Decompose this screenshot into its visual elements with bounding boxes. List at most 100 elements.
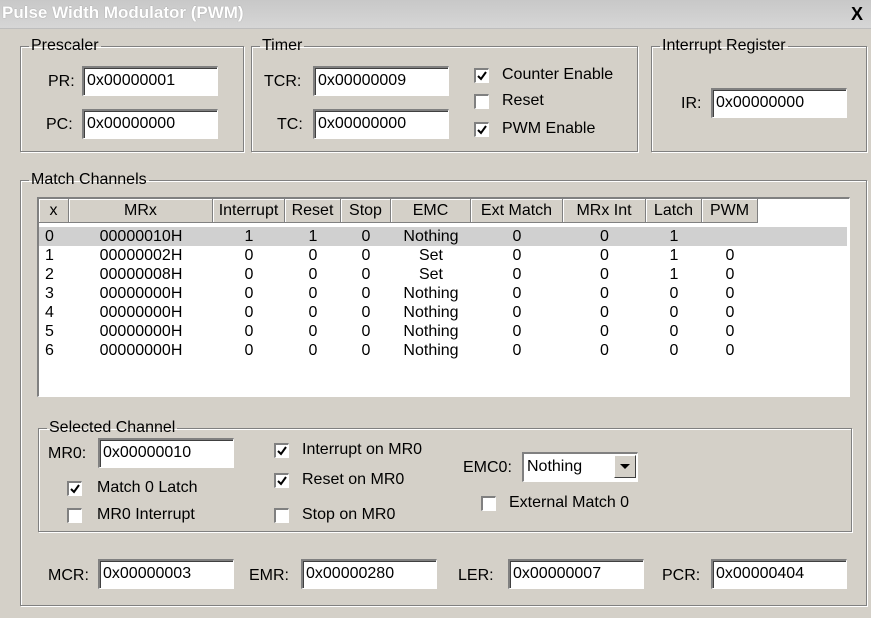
pwm-enable-label: PWM Enable <box>502 120 596 137</box>
tc-field[interactable]: 0x00000000 <box>313 109 449 139</box>
table-cell: 1 <box>669 266 679 283</box>
table-cell: 0 <box>244 285 254 302</box>
tcr-label: TCR: <box>264 73 302 90</box>
reset-on-mr0-checkbox[interactable] <box>274 473 289 488</box>
table-cell: 00000010H <box>99 228 183 245</box>
match-channels-legend: Match Channels <box>31 171 147 188</box>
emc0-label: EMC0: <box>463 459 512 476</box>
table-cell <box>702 227 758 246</box>
match-channels-table[interactable]: x MRx Interrupt Reset Stop EMC Ext Match MRx In… <box>37 197 850 397</box>
table-cell: 0 <box>725 304 735 321</box>
mr0-label: MR0: <box>48 445 87 462</box>
table-cell: 0 <box>600 323 609 340</box>
column-header[interactable]: Latch <box>646 199 702 223</box>
table-cell: 0 <box>45 228 54 245</box>
pc-field[interactable]: 0x00000000 <box>82 109 218 139</box>
table-cell: 0 <box>308 285 318 302</box>
pc-label: PC: <box>46 116 73 133</box>
table-cell: 00000000H <box>99 285 183 302</box>
chevron-down-icon[interactable] <box>614 455 636 478</box>
emr-field[interactable]: 0x00000280 <box>301 559 437 589</box>
mcr-field[interactable]: 0x00000003 <box>98 559 234 589</box>
column-header[interactable]: Interrupt <box>213 199 285 223</box>
reset-checkbox[interactable] <box>474 94 489 109</box>
table-row[interactable]: 2 00000008H 0 0 0 Set 0 0 1 0 <box>39 265 847 284</box>
table-cell: 0 <box>308 304 318 321</box>
window-title: Pulse Width Modulator (PWM) <box>2 3 244 22</box>
table-cell: 0 <box>600 342 609 359</box>
table-row[interactable]: 5 00000000H 0 0 0 Nothing 0 0 0 0 <box>39 322 847 341</box>
emc0-select[interactable]: Nothing <box>522 452 638 482</box>
table-cell: 0 <box>244 304 254 321</box>
table-row[interactable]: 4 00000000H 0 0 0 Nothing 0 0 0 0 <box>39 303 847 322</box>
table-cell: 0 <box>361 304 371 321</box>
reset-label: Reset <box>502 92 544 109</box>
table-cell: 0 <box>600 266 609 283</box>
column-header[interactable]: x <box>39 199 69 223</box>
checkmark-icon <box>277 476 287 486</box>
column-header[interactable]: PWM <box>702 199 758 223</box>
mr0-interrupt-label: MR0 Interrupt <box>97 506 195 523</box>
mr0-interrupt-checkbox[interactable] <box>67 508 82 523</box>
interrupt-on-mr0-label: Interrupt on MR0 <box>302 441 423 458</box>
table-cell: Set <box>418 247 443 264</box>
table-cell: 0 <box>308 266 318 283</box>
match0-latch-checkbox[interactable] <box>67 481 82 496</box>
table-cell: 0 <box>512 247 522 264</box>
table-cell: 0 <box>244 323 254 340</box>
checkmark-icon <box>70 484 80 494</box>
table-cell: Set <box>418 266 443 283</box>
match0-latch-label: Match 0 Latch <box>97 479 198 496</box>
close-icon[interactable]: X <box>848 5 866 24</box>
external-match0-label: External Match 0 <box>509 494 630 511</box>
table-cell: 0 <box>669 342 679 359</box>
counter-enable-checkbox[interactable] <box>474 68 489 83</box>
table-cell: 00000002H <box>99 247 183 264</box>
column-header[interactable]: MRx <box>69 199 213 223</box>
table-cell: 0 <box>669 323 679 340</box>
table-row[interactable]: 3 00000000H 0 0 0 Nothing 0 0 0 0 <box>39 284 847 303</box>
column-header[interactable]: Stop <box>341 199 391 223</box>
table-cell: Nothing <box>403 323 459 340</box>
table-cell: 1 <box>669 247 679 264</box>
table-cell: 1 <box>45 247 54 264</box>
column-header[interactable]: EMC <box>391 199 471 223</box>
table-cell: 0 <box>669 304 679 321</box>
ler-field[interactable]: 0x00000007 <box>508 559 644 589</box>
reset-on-mr0-label: Reset on MR0 <box>302 471 405 488</box>
table-cell: 0 <box>361 323 371 340</box>
table-cell: 0 <box>361 342 371 359</box>
tcr-field[interactable]: 0x00000009 <box>313 66 449 96</box>
ir-label: IR: <box>681 95 702 112</box>
column-header[interactable]: Reset <box>285 199 341 223</box>
pcr-field[interactable]: 0x00000404 <box>711 559 847 589</box>
table-cell: 0 <box>244 247 254 264</box>
table-cell: 0 <box>361 266 371 283</box>
counter-enable-label: Counter Enable <box>502 66 614 83</box>
stop-on-mr0-checkbox[interactable] <box>274 508 289 523</box>
table-cell: 0 <box>725 285 735 302</box>
title-bar: Pulse Width Modulator (PWM) X <box>0 0 871 29</box>
table-cell: 1 <box>308 228 318 245</box>
table-cell: 0 <box>725 342 735 359</box>
pr-field[interactable]: 0x00000001 <box>82 66 218 96</box>
timer-legend: Timer <box>262 37 303 54</box>
table-row[interactable]: 0 00000010H 1 1 0 Nothing 0 0 1 <box>39 227 847 246</box>
table-row[interactable]: 1 00000002H 0 0 0 Set 0 0 1 0 <box>39 246 847 265</box>
table-cell: 0 <box>725 323 735 340</box>
column-header[interactable]: MRx Int <box>563 199 646 223</box>
table-cell: Nothing <box>403 304 459 321</box>
external-match0-checkbox[interactable] <box>481 496 496 511</box>
pr-label: PR: <box>48 73 75 90</box>
table-cell: 0 <box>244 266 254 283</box>
mr0-field[interactable]: 0x00000010 <box>98 438 234 468</box>
pwm-enable-checkbox[interactable] <box>474 122 489 137</box>
table-cell: 0 <box>361 228 371 245</box>
table-cell: Nothing <box>403 285 459 302</box>
ir-field[interactable]: 0x00000000 <box>711 88 847 118</box>
table-row[interactable]: 6 00000000H 0 0 0 Nothing 0 0 0 0 <box>39 341 847 360</box>
column-header[interactable]: Ext Match <box>471 199 563 223</box>
interrupt-on-mr0-checkbox[interactable] <box>274 443 289 458</box>
table-cell: 0 <box>308 247 318 264</box>
table-cell: 0 <box>244 342 254 359</box>
